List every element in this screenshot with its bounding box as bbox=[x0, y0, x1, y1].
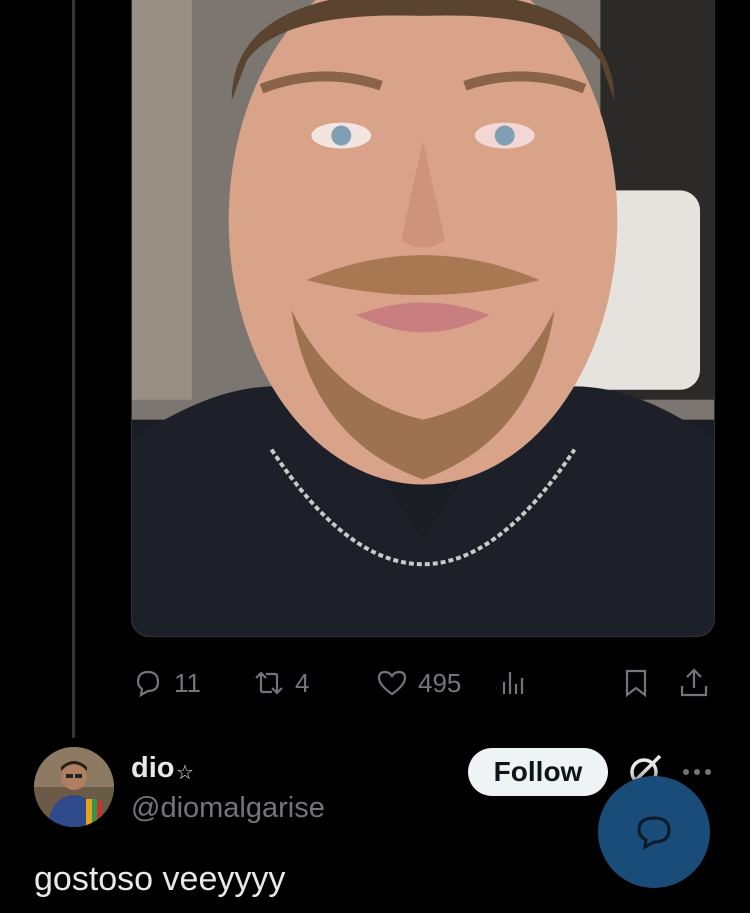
reply-button[interactable]: 11 bbox=[131, 660, 201, 706]
like-count: 495 bbox=[418, 667, 462, 698]
post-image[interactable] bbox=[131, 0, 715, 637]
compose-reply-button[interactable] bbox=[598, 776, 710, 888]
reply-text: gostoso veeyyyy bbox=[34, 860, 286, 898]
post-actions: 11 4 495 bbox=[131, 660, 715, 706]
views-icon bbox=[502, 672, 524, 694]
star-icon: ☆ bbox=[176, 762, 194, 784]
bookmark-icon bbox=[625, 669, 647, 698]
like-button[interactable]: 495 bbox=[375, 660, 461, 706]
portrait-photo bbox=[132, 0, 714, 636]
avatar-photo bbox=[34, 747, 114, 827]
thread-line bbox=[72, 0, 75, 738]
display-name[interactable]: dio bbox=[131, 752, 175, 785]
repost-icon bbox=[255, 671, 283, 695]
share-icon bbox=[680, 668, 708, 697]
repost-count: 4 bbox=[295, 667, 310, 698]
follow-button[interactable]: Follow bbox=[468, 748, 608, 796]
bookmark-button[interactable] bbox=[619, 660, 653, 706]
user-handle[interactable]: @diomalgarise bbox=[131, 792, 325, 825]
reply-count: 11 bbox=[174, 667, 201, 698]
compose-reply-icon bbox=[637, 816, 671, 850]
avatar[interactable] bbox=[34, 747, 114, 827]
reply-icon bbox=[136, 670, 160, 698]
more-icon[interactable] bbox=[680, 760, 714, 784]
repost-button[interactable]: 4 bbox=[252, 660, 309, 706]
views-button[interactable] bbox=[497, 660, 531, 706]
heart-icon bbox=[377, 670, 407, 696]
share-button[interactable] bbox=[677, 660, 711, 706]
